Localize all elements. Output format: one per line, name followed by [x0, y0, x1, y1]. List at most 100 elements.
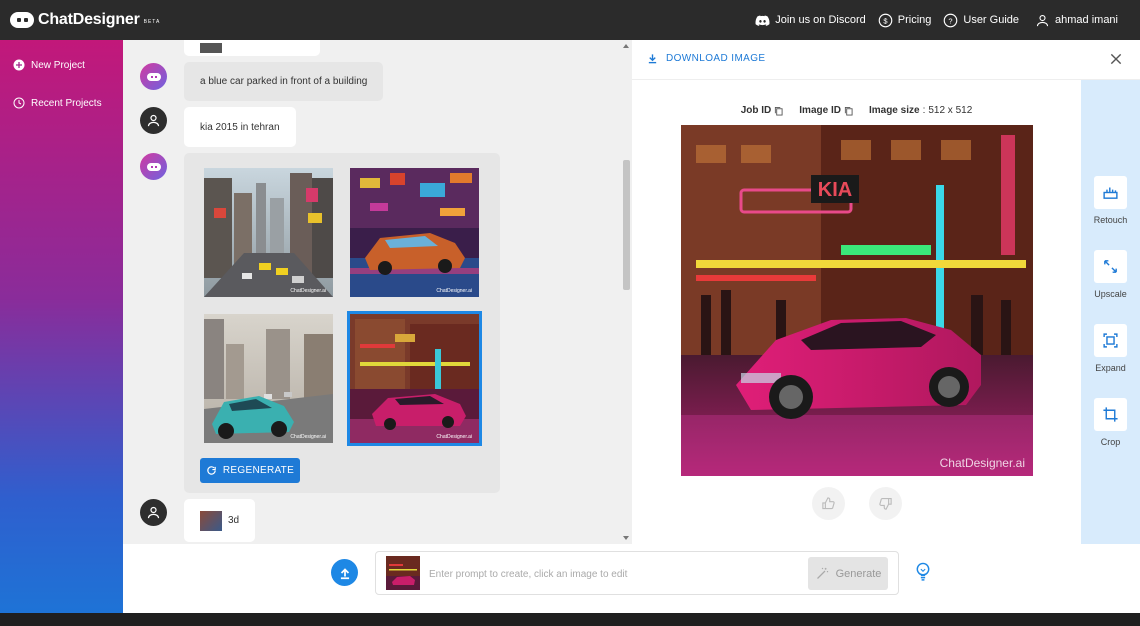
- retouch-tool[interactable]: Retouch: [1094, 176, 1127, 225]
- help-icon: ?: [944, 13, 958, 27]
- user-icon: [147, 506, 160, 519]
- image-viewer: Job ID Image ID Image size: 512 x 512 KI…: [632, 80, 1081, 544]
- crop-label: Crop: [1100, 437, 1121, 447]
- plus-circle-icon: [13, 59, 25, 71]
- teal-car-image: ChatDesigner.ai: [204, 314, 333, 443]
- user-avatar: [140, 107, 167, 134]
- upscale-tool[interactable]: Upscale: [1094, 250, 1127, 299]
- generated-image-4[interactable]: ChatDesigner.ai: [347, 311, 482, 446]
- viewer-header: DOWNLOAD IMAGE: [632, 40, 1140, 80]
- scroll-up-arrow[interactable]: [623, 44, 629, 48]
- svg-text:$: $: [883, 16, 888, 25]
- taskbar-strip: [0, 613, 1140, 626]
- expand-icon: [1103, 333, 1118, 348]
- new-project-button[interactable]: New Project: [0, 59, 85, 71]
- chat-panel: a blue car parked in front of a building…: [123, 40, 632, 544]
- user-guide-label: User Guide: [963, 14, 1020, 26]
- regenerate-label: REGENERATE: [222, 465, 295, 476]
- attached-image-thumbnail[interactable]: [200, 510, 222, 531]
- image-size: Image size: 512 x 512: [868, 105, 973, 116]
- main-image[interactable]: KIA ChatDesigner.ai: [681, 125, 1033, 476]
- regenerate-button[interactable]: REGENERATE: [200, 458, 300, 483]
- prompt-box: Generate: [375, 551, 899, 595]
- retouch-icon: [1103, 187, 1118, 199]
- user-message: kia 2015 in tehran: [184, 107, 296, 147]
- job-id-label: Job ID: [740, 105, 772, 116]
- neon-sign-text: KIA: [818, 179, 852, 201]
- lightbulb-icon[interactable]: [914, 562, 932, 582]
- new-project-label: New Project: [31, 59, 85, 71]
- generate-button[interactable]: Generate: [808, 557, 888, 590]
- expand-tool[interactable]: Expand: [1094, 324, 1127, 373]
- pricing-link[interactable]: $ Pricing: [878, 13, 931, 28]
- generated-image-2[interactable]: ChatDesigner.ai: [350, 168, 479, 297]
- job-id: Job ID: [741, 105, 784, 116]
- prompt-input[interactable]: [429, 564, 799, 584]
- neon-car-image: ChatDesigner.ai: [350, 168, 479, 297]
- user-name: ahmad imani: [1055, 14, 1118, 26]
- user-menu[interactable]: ahmad imani: [1035, 13, 1118, 28]
- previous-message-thumbnail[interactable]: [200, 43, 222, 53]
- generated-image-3[interactable]: ChatDesigner.ai: [204, 314, 333, 443]
- logo-icon: [10, 12, 34, 28]
- generate-label: Generate: [835, 567, 882, 580]
- upscale-icon: [1104, 260, 1117, 273]
- copy-icon[interactable]: [774, 106, 783, 116]
- image-watermark: ChatDesigner.ai: [436, 434, 472, 440]
- close-icon[interactable]: [1109, 52, 1123, 66]
- logo[interactable]: ChatDesigner BETA: [10, 11, 160, 29]
- selected-image-thumbnail[interactable]: [386, 556, 420, 590]
- upload-button[interactable]: [331, 559, 358, 586]
- tool-rail: Retouch Upscale Expand Crop: [1081, 80, 1140, 544]
- bot-message: a blue car parked in front of a building: [184, 62, 384, 101]
- image-size-label: Image size: [868, 105, 920, 116]
- magic-wand-icon: [816, 567, 828, 579]
- scroll-thumb[interactable]: [623, 160, 630, 290]
- image-watermark: ChatDesigner.ai: [436, 288, 472, 294]
- crop-icon: [1103, 407, 1118, 422]
- scroll-down-arrow[interactable]: [623, 536, 629, 540]
- thumbs-up-button[interactable]: [812, 487, 845, 520]
- user-icon: [1036, 14, 1049, 26]
- previous-message: [184, 40, 320, 56]
- generated-images-group: ChatDesigner.ai ChatDesigner.ai ChatDesi…: [184, 153, 500, 493]
- image-size-value: 512 x 512: [928, 105, 973, 116]
- image-meta: Job ID Image ID Image size: 512 x 512: [632, 105, 1081, 116]
- discord-link[interactable]: Join us on Discord: [755, 13, 866, 28]
- download-image-button[interactable]: DOWNLOAD IMAGE: [647, 53, 766, 64]
- svg-text:?: ?: [949, 16, 953, 25]
- main-image-watermark: ChatDesigner.ai: [940, 456, 1025, 470]
- discord-label: Join us on Discord: [775, 14, 866, 26]
- sidebar: New Project Recent Projects: [0, 40, 123, 613]
- upscale-label: Upscale: [1094, 289, 1127, 299]
- upload-icon: [340, 567, 349, 579]
- bot-avatar: [140, 63, 167, 90]
- crop-tool[interactable]: Crop: [1094, 398, 1127, 447]
- user-message-with-image: 3d: [184, 499, 256, 542]
- copy-icon[interactable]: [844, 106, 853, 116]
- pink-car-neon-image: ChatDesigner.ai: [350, 314, 479, 443]
- user-icon: [147, 114, 160, 127]
- pink-car-neon-image: KIA ChatDesigner.ai: [681, 125, 1033, 476]
- bot-message-text: a blue car parked in front of a building: [200, 76, 368, 87]
- user-message-text: 3d: [228, 515, 240, 526]
- thumbs-down-button[interactable]: [869, 487, 902, 520]
- thumbs-down-icon: [879, 497, 892, 510]
- recent-projects-button[interactable]: Recent Projects: [0, 97, 102, 109]
- dollar-icon: $: [878, 13, 893, 27]
- chat-scrollbar[interactable]: [621, 40, 632, 544]
- beta-badge: BETA: [143, 19, 161, 25]
- image-id-label: Image ID: [799, 105, 841, 116]
- clock-icon: [13, 97, 25, 109]
- logo-text: ChatDesigner: [38, 11, 140, 28]
- recent-projects-label: Recent Projects: [31, 97, 102, 109]
- user-guide-link[interactable]: ? User Guide: [943, 13, 1019, 28]
- download-label: DOWNLOAD IMAGE: [666, 53, 766, 64]
- image-watermark: ChatDesigner.ai: [290, 288, 326, 294]
- download-icon: [648, 54, 657, 64]
- city-street-image: ChatDesigner.ai: [204, 168, 333, 297]
- expand-label: Expand: [1095, 363, 1126, 373]
- image-watermark: ChatDesigner.ai: [290, 434, 326, 440]
- refresh-icon: [207, 466, 216, 475]
- generated-image-1[interactable]: ChatDesigner.ai: [204, 168, 333, 297]
